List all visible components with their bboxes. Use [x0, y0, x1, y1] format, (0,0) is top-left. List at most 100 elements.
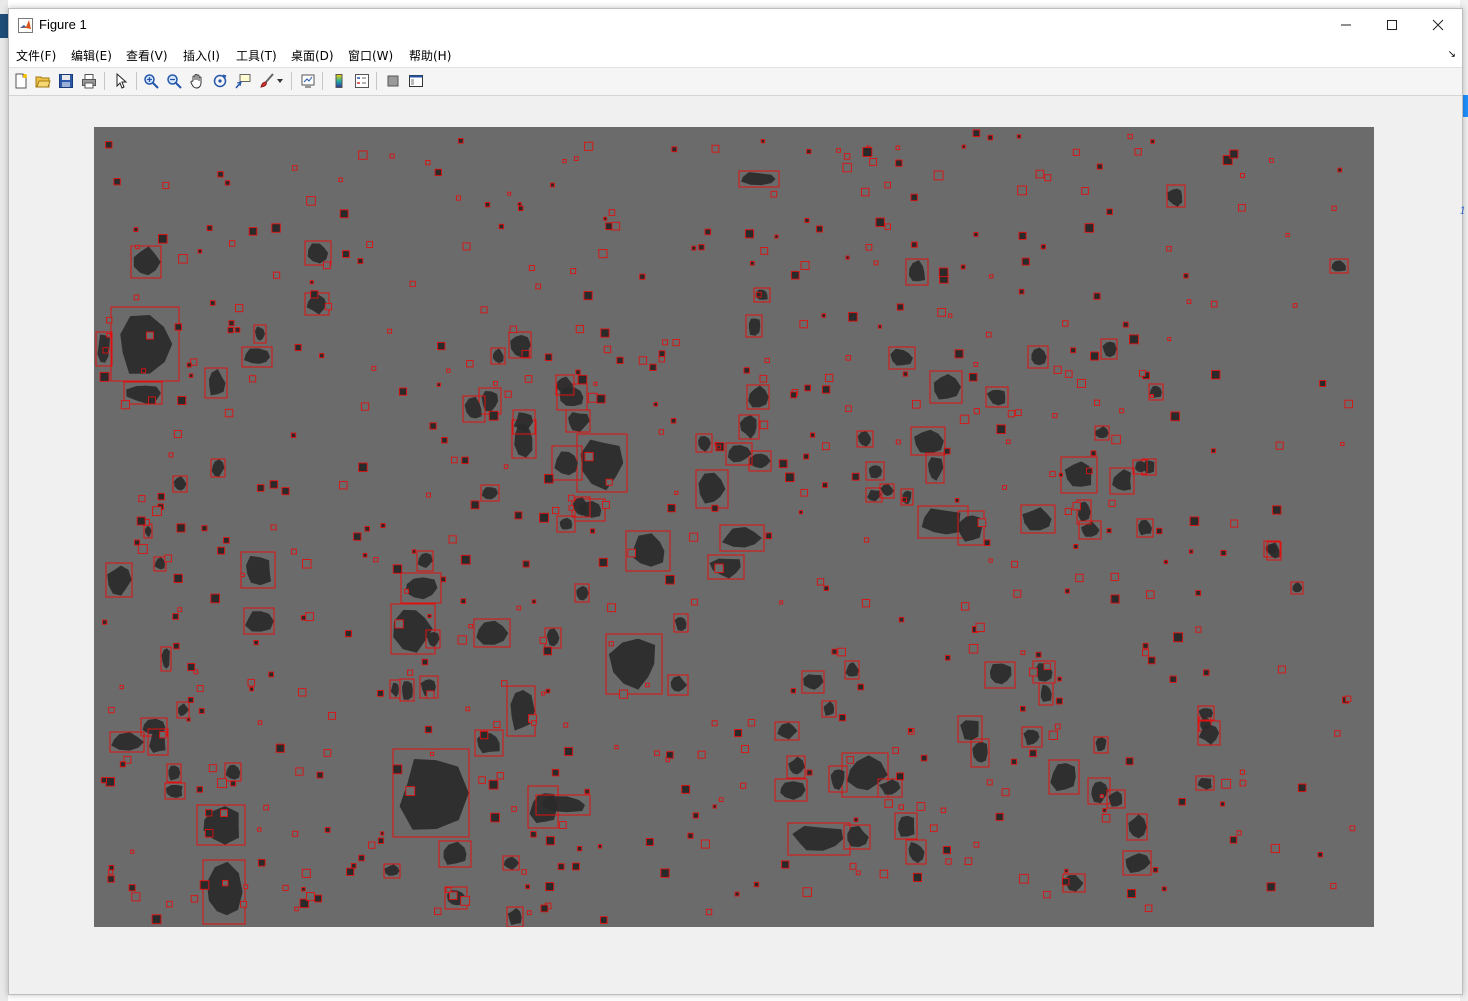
tiny-particle [666, 751, 674, 759]
menu-tools[interactable]: 工具(T) [236, 47, 277, 64]
tiny-particle [846, 756, 855, 764]
minimize-button[interactable] [1323, 9, 1369, 41]
tiny-particle [804, 384, 811, 392]
tiny-particle [511, 806, 517, 812]
tiny-particle [141, 368, 147, 374]
tiny-particle [1238, 203, 1246, 212]
tiny-particle [295, 767, 304, 776]
link-plot-icon[interactable] [298, 71, 318, 91]
tiny-particle [1111, 434, 1121, 445]
tiny-particle [298, 688, 307, 697]
tiny-particle [848, 312, 858, 322]
tiny-particle [128, 884, 136, 892]
zoom-out-icon[interactable] [164, 71, 184, 91]
tiny-particle [488, 779, 499, 790]
rotate-3d-icon[interactable] [210, 71, 230, 91]
pan-hand-icon[interactable] [187, 71, 207, 91]
tiny-particle [857, 683, 864, 691]
tiny-particle [392, 564, 403, 574]
insert-colorbar-icon[interactable] [329, 71, 349, 91]
tiny-particle [514, 511, 523, 520]
menu-file[interactable]: 文件(F) [16, 47, 56, 64]
show-plot-tools-icon[interactable] [406, 71, 426, 91]
menu-desktop[interactable]: 桌面(D) [291, 47, 334, 64]
tiny-particle [446, 368, 451, 373]
tiny-particle [544, 353, 553, 361]
image-axes[interactable] [94, 127, 1374, 927]
tiny-particle [1125, 757, 1134, 766]
tiny-particle [177, 607, 183, 613]
tiny-particle [323, 749, 332, 757]
tiny-particle [564, 747, 574, 756]
print-icon[interactable] [79, 71, 99, 91]
menu-insert[interactable]: 插入(I) [183, 47, 220, 64]
maximize-button[interactable] [1369, 9, 1415, 41]
dock-figure-icon[interactable]: ↘ [1448, 49, 1456, 60]
new-figure-icon[interactable] [11, 71, 31, 91]
tiny-particle [302, 559, 312, 569]
menu-help[interactable]: 帮助(H) [409, 47, 451, 64]
menu-view[interactable]: 查看(V) [126, 47, 168, 64]
tiny-particle [778, 459, 788, 469]
zoom-in-icon[interactable] [141, 71, 161, 91]
tiny-particle [954, 349, 964, 359]
brush-dropdown-icon[interactable] [275, 71, 285, 91]
tiny-particle [1150, 139, 1155, 144]
tiny-particle [1017, 185, 1027, 196]
tiny-particle [658, 429, 665, 435]
tiny-particle [168, 452, 174, 458]
tiny-particle [929, 824, 938, 833]
tiny-particle [1093, 292, 1101, 300]
tiny-particle [658, 355, 665, 363]
tiny-particle [877, 324, 882, 329]
tiny-particle [314, 894, 323, 903]
tiny-particle [208, 764, 217, 773]
tiny-particle [138, 495, 146, 503]
close-button[interactable] [1415, 9, 1461, 41]
tiny-particle [608, 209, 616, 216]
tiny-particle [716, 444, 722, 450]
tiny-particle [908, 727, 913, 733]
tiny-particle [779, 600, 784, 605]
tiny-particle [294, 906, 299, 912]
insert-legend-icon[interactable] [352, 71, 372, 91]
tiny-particle [430, 751, 435, 757]
hide-plot-tools-icon[interactable] [383, 71, 403, 91]
tiny-particle [493, 720, 501, 729]
tiny-particle [843, 153, 851, 160]
tiny-particle [217, 171, 224, 178]
title-bar[interactable]: Figure 1 [9, 9, 1462, 41]
tiny-particle [563, 722, 569, 728]
open-file-icon[interactable] [33, 71, 53, 91]
tiny-particle [691, 598, 698, 606]
tiny-particle [342, 250, 350, 258]
tiny-particle [134, 539, 141, 546]
tiny-particle [590, 528, 596, 534]
tiny-particle [421, 658, 429, 666]
tiny-particle [781, 860, 790, 869]
menu-window[interactable]: 窗口(W) [348, 47, 393, 64]
tiny-particle [528, 264, 535, 271]
save-icon[interactable] [56, 71, 76, 91]
tiny-particle [973, 408, 980, 415]
tiny-particle [440, 576, 447, 583]
tiny-particle [790, 270, 800, 280]
tiny-particle [1152, 867, 1159, 873]
tiny-particle [895, 159, 903, 167]
tiny-particle [1186, 299, 1192, 304]
tiny-particle [366, 241, 374, 248]
tiny-particle [552, 506, 560, 515]
menu-edit[interactable]: 编辑(E) [71, 47, 112, 64]
tiny-particle [108, 869, 114, 875]
tiny-particle [1102, 808, 1107, 813]
brush-icon[interactable] [257, 71, 277, 91]
edit-plot-arrow-icon[interactable] [111, 71, 131, 91]
tiny-particle [1236, 830, 1242, 836]
tiny-particle [173, 430, 182, 439]
tiny-particle [269, 480, 279, 489]
tiny-particle [802, 887, 812, 897]
tiny-particle [358, 462, 368, 472]
data-cursor-icon[interactable] [233, 71, 253, 91]
tiny-particle [605, 222, 613, 231]
tiny-particle [319, 353, 325, 359]
